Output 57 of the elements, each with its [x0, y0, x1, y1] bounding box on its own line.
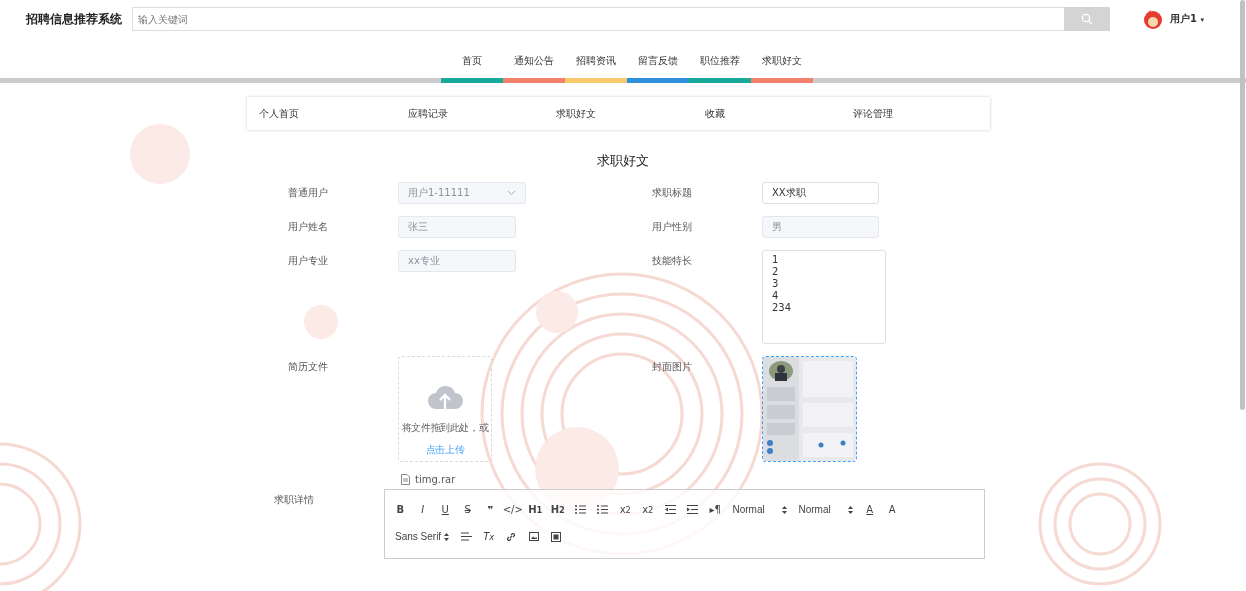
toolbar-button[interactable]: I	[411, 499, 434, 520]
toolbar-button[interactable]: ▸¶	[704, 499, 727, 520]
nav-link[interactable]: 求职好文	[751, 38, 813, 83]
nav-link[interactable]: 首页	[441, 38, 503, 83]
field-label: 用户专业	[288, 254, 329, 268]
field-label: 普通用户	[288, 186, 329, 200]
sub-menu-item[interactable]: 求职好文	[544, 106, 693, 121]
search-field[interactable]: 输入关键词	[132, 7, 1064, 31]
scrollbar[interactable]	[1240, 0, 1245, 410]
cloud-upload-icon	[427, 383, 463, 411]
toolbar-select[interactable]: Normal	[726, 499, 793, 520]
image-icon	[528, 532, 539, 541]
indent-icon	[687, 505, 699, 514]
sub-menu-item[interactable]: 收藏	[692, 106, 842, 121]
file-name[interactable]: timg.rar	[415, 474, 456, 485]
sub-menu-item[interactable]: 应聘记录	[395, 106, 545, 121]
up-down-icon	[781, 505, 787, 514]
numbered-list-icon	[574, 505, 586, 514]
file-icon	[401, 474, 410, 485]
toolbar-button[interactable]: ❞	[479, 499, 502, 520]
field-label: 求职详情	[274, 493, 315, 507]
field-label: 用户性别	[652, 220, 693, 234]
toolbar-button[interactable]: A	[858, 499, 881, 520]
link-icon	[506, 531, 517, 542]
text-field[interactable]: XX求职	[762, 182, 879, 204]
text-area[interactable]: 1 2 3 4 234	[762, 250, 886, 344]
nav-link[interactable]: 职位推荐	[689, 38, 751, 83]
outdent-icon	[664, 505, 676, 514]
toolbar-button[interactable]: S	[456, 499, 479, 520]
nav-link[interactable]: 通知公告	[503, 38, 565, 83]
sub-menu-item[interactable]: 评论管理	[841, 106, 990, 121]
nav-link[interactable]: 招聘资讯	[565, 38, 627, 83]
align-icon	[460, 532, 472, 541]
upload-hint: 将文件拖到此处，或 点击上传	[398, 417, 492, 461]
field-label: 封面图片	[652, 360, 693, 374]
toolbar-select[interactable]: Normal	[792, 499, 859, 520]
field-label: 用户姓名	[288, 220, 329, 234]
toolbar-button[interactable]: </>	[501, 499, 524, 520]
video-icon	[551, 531, 562, 542]
chevron-icon	[507, 190, 516, 196]
bullet-list-icon	[597, 505, 609, 514]
site-logo: 招聘信息推荐系统	[26, 10, 123, 28]
up-down-icon	[444, 532, 449, 541]
sub-menu-item[interactable]: 个人首页	[247, 106, 396, 121]
avatar-icon	[1142, 8, 1164, 30]
toolbar-button[interactable]: A	[881, 499, 904, 520]
toolbar-button[interactable]: U	[434, 499, 457, 520]
field-label: 技能特长	[652, 254, 693, 268]
upload-area[interactable]: 将文件拖到此处，或 点击上传	[398, 356, 492, 462]
up-down-icon	[847, 505, 853, 514]
toolbar-button[interactable]: B	[389, 499, 412, 520]
nav-link[interactable]: 留言反馈	[627, 38, 689, 83]
field-label: 求职标题	[652, 186, 693, 200]
field-label: 简历文件	[288, 360, 329, 374]
page-title: 求职好文	[596, 152, 650, 170]
toolbar-select[interactable]: Sans Serif	[389, 526, 455, 547]
search-icon	[1081, 13, 1093, 25]
